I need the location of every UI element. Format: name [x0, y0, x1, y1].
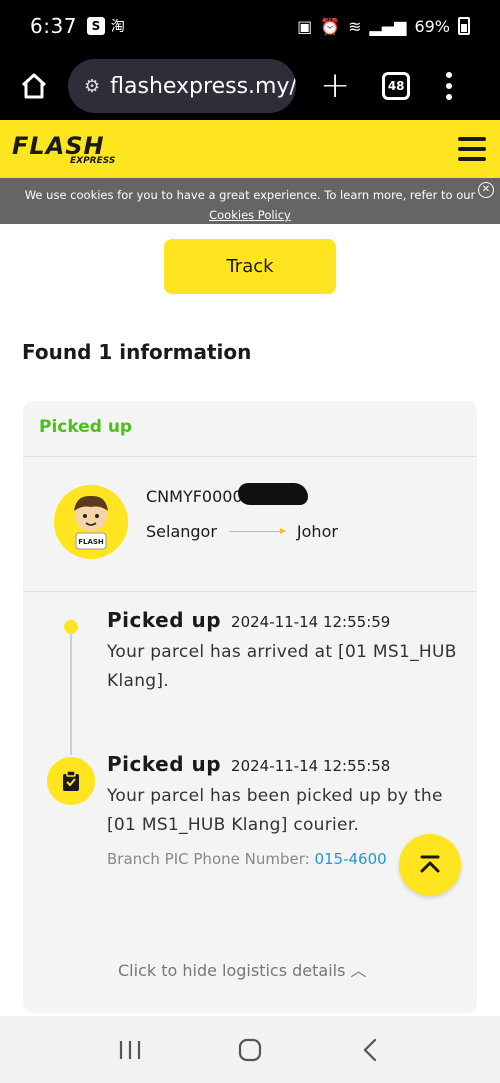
alarm-icon: ⏰: [320, 16, 341, 36]
clipboard-check-icon: [47, 757, 95, 805]
tracking-number: CNMYF0000: [146, 487, 243, 506]
back-icon: [363, 1038, 377, 1061]
event-title: Picked up: [107, 752, 222, 776]
system-nav-bar: [0, 1016, 500, 1083]
system-icons: ▣ ⏰ ≋ ▂▄▆ 69%: [297, 17, 470, 36]
route-origin: Selangor: [146, 522, 217, 541]
home-icon: [21, 73, 47, 99]
recents-icon: [119, 1040, 141, 1059]
hide-details-toggle[interactable]: Click to hide logistics details ︿: [118, 957, 367, 981]
redaction-mark: [238, 483, 308, 505]
battery-percent: 69%: [414, 16, 450, 36]
event-description: Your parcel has been picked up by the [0…: [107, 786, 443, 835]
status-badge: Picked up: [39, 417, 133, 437]
home-button[interactable]: [14, 66, 54, 106]
divider: [23, 591, 477, 592]
divider: [23, 456, 477, 457]
cookie-banner: We use cookies for you to have a great e…: [0, 178, 500, 224]
cookie-text: We use cookies for you to have a great e…: [24, 188, 476, 202]
tab-switcher-button[interactable]: 48: [382, 72, 411, 100]
logo-subtext: EXPRESS: [70, 156, 116, 166]
event-title: Picked up: [107, 608, 222, 632]
event-description: Your parcel has arrived at [01 MS1_HUB K…: [107, 642, 457, 691]
wifi-icon: ≋: [348, 16, 362, 36]
cookies-policy-link[interactable]: Cookies Policy: [209, 208, 291, 222]
site-header: FLASH EXPRESS: [0, 120, 500, 178]
phone-number-link[interactable]: 015-4600: [314, 850, 386, 868]
route: Selangor Johor: [146, 522, 338, 541]
chevron-up-icon: ︿: [350, 961, 367, 980]
notification-icons: S 淘: [86, 16, 125, 36]
home-circle-icon: [238, 1038, 262, 1061]
battery-saver-icon: ▣: [297, 16, 313, 36]
timeline-event: Picked up 2024-11-14 12:55:59 Your parce…: [107, 608, 457, 696]
browser-toolbar: ⚙ flashexpress.my/t + 48: [0, 52, 500, 120]
event-time: 2024-11-14 12:55:59: [231, 613, 391, 631]
avatar: FLASH: [54, 485, 128, 559]
results-heading: Found 1 information: [22, 340, 252, 364]
timeline-dot-icon: [64, 620, 78, 634]
site-settings-icon[interactable]: ⚙: [84, 76, 100, 97]
phone-label: Branch PIC Phone Number:: [107, 850, 310, 868]
arrow-up-icon: [420, 855, 440, 873]
main-content: Track Found 1 information Picked up FLAS…: [0, 224, 500, 1016]
close-icon[interactable]: ✕: [478, 182, 494, 198]
route-arrow-icon: [228, 528, 286, 534]
home-nav-button[interactable]: [230, 1030, 270, 1070]
event-time: 2024-11-14 12:55:58: [231, 757, 391, 775]
svg-text:FLASH: FLASH: [78, 538, 104, 546]
browser-menu-button[interactable]: [446, 72, 453, 100]
new-tab-button[interactable]: +: [320, 68, 350, 104]
track-button[interactable]: Track: [164, 239, 336, 294]
taobao-icon: 淘: [110, 19, 125, 35]
scroll-to-top-button[interactable]: [399, 834, 461, 896]
battery-icon: [458, 17, 470, 35]
parcel-card: Picked up FLASH CNMYF0000 Selangor Johor: [23, 401, 477, 1013]
flash-logo[interactable]: FLASH EXPRESS: [12, 132, 115, 166]
route-destination: Johor: [296, 522, 338, 541]
hamburger-menu-icon[interactable]: [458, 137, 486, 161]
shopping-bag-icon: S: [86, 17, 105, 35]
signal-icon: ▂▄▆: [369, 16, 407, 36]
recent-apps-button[interactable]: [110, 1030, 150, 1070]
status-bar: 6:37 S 淘 ▣ ⏰ ≋ ▂▄▆ 69%: [0, 0, 500, 52]
url-text: flashexpress.my/t: [110, 73, 296, 99]
back-button[interactable]: [350, 1030, 390, 1070]
url-bar[interactable]: ⚙ flashexpress.my/t: [68, 59, 296, 113]
toggle-label: Click to hide logistics details: [118, 961, 346, 980]
timeline-connector: [70, 625, 72, 755]
status-time: 6:37: [30, 14, 77, 38]
